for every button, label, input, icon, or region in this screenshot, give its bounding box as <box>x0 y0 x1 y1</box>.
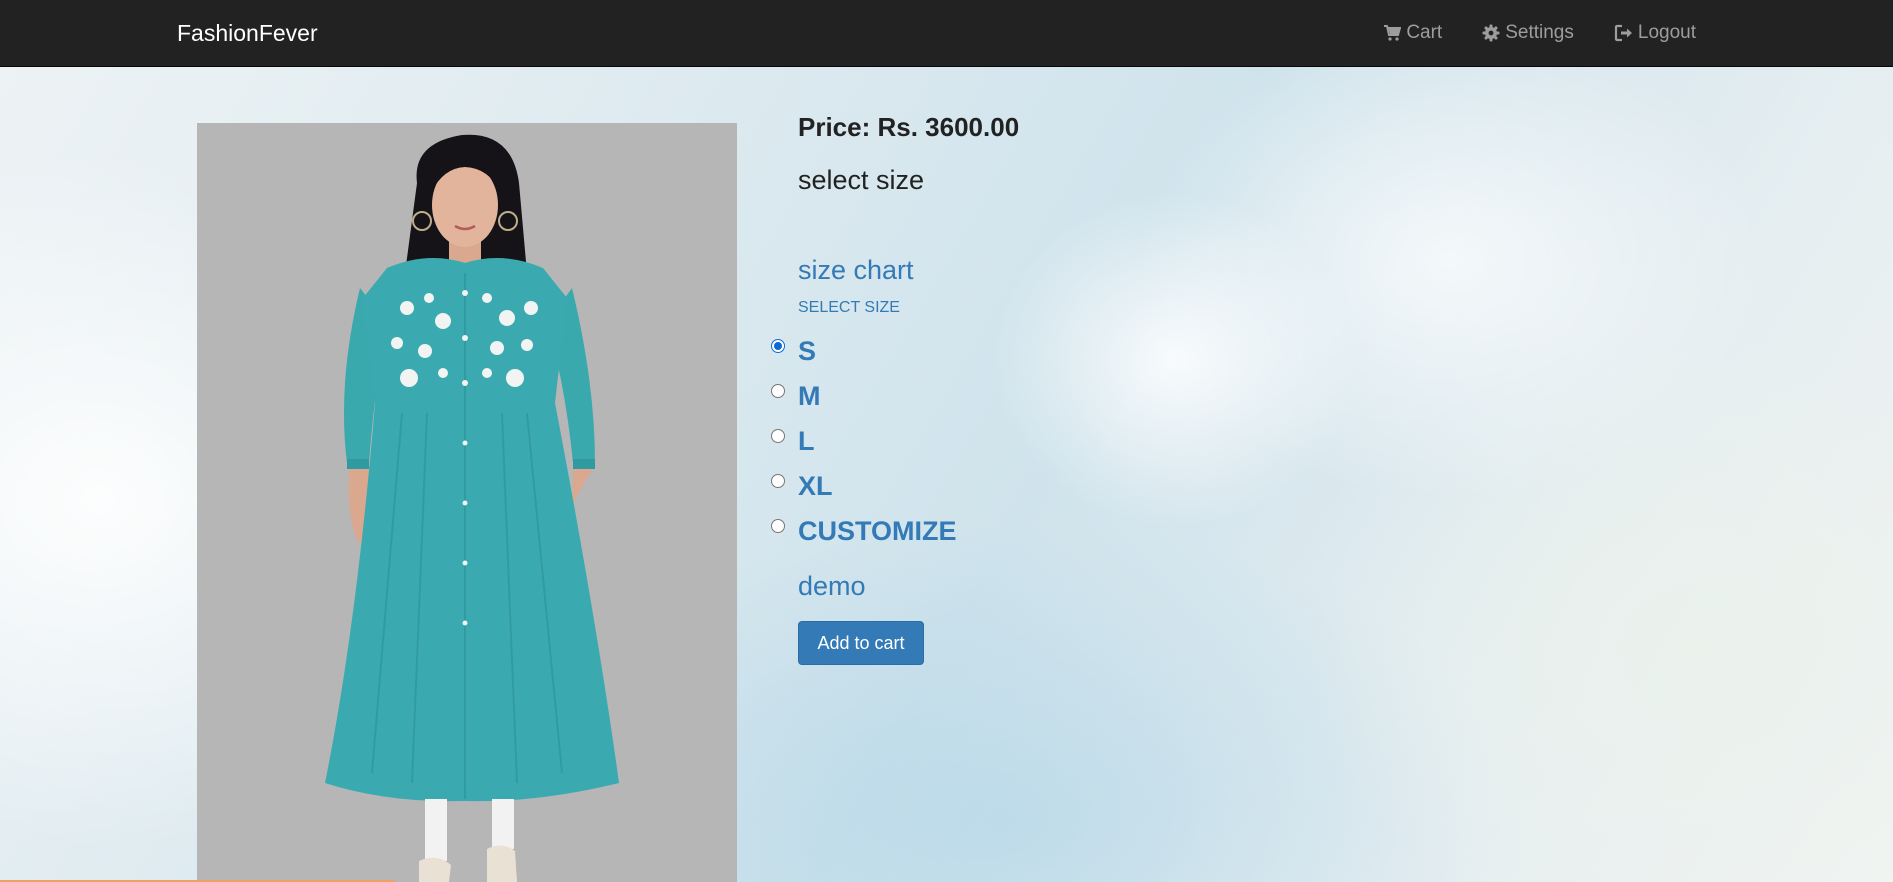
size-option-xl[interactable]: XL <box>768 471 957 516</box>
shopping-cart-icon <box>1383 24 1402 42</box>
size-label-xl[interactable]: XL <box>798 471 833 501</box>
size-option-m[interactable]: M <box>768 381 957 426</box>
product-details-panel: Price: Rs. 3600.00 select size size char… <box>771 110 1398 665</box>
size-radio-group: S M L XL CUSTOMIZE <box>768 336 957 561</box>
size-radio-s[interactable] <box>771 339 785 353</box>
select-size-label: SELECT SIZE <box>798 299 900 316</box>
model-wearing-kurta-image <box>197 123 737 882</box>
size-label-customize[interactable]: CUSTOMIZE <box>798 516 957 546</box>
size-chart-link[interactable]: size chart <box>798 254 914 286</box>
product-price: Price: Rs. 3600.00 <box>798 112 1020 142</box>
brand-logo-link[interactable]: FashionFever <box>177 20 318 47</box>
size-label-m[interactable]: M <box>798 381 821 411</box>
size-label-l[interactable]: L <box>798 426 815 456</box>
add-to-cart-button[interactable]: Add to cart <box>798 621 924 665</box>
nav-settings-label: Settings <box>1505 22 1574 43</box>
gear-icon <box>1482 24 1500 42</box>
select-size-heading: select size <box>798 165 925 195</box>
size-radio-m[interactable] <box>771 384 785 398</box>
size-radio-xl[interactable] <box>771 474 785 488</box>
product-description: demo <box>798 571 866 601</box>
size-radio-customize[interactable] <box>771 519 785 533</box>
size-option-s[interactable]: S <box>768 336 957 381</box>
nav-logout-link[interactable]: Logout <box>1614 21 1696 45</box>
nav-cart-label: Cart <box>1406 22 1443 43</box>
size-option-customize[interactable]: CUSTOMIZE <box>768 516 957 561</box>
nav-settings-link[interactable]: Settings <box>1482 21 1574 45</box>
nav-logout-label: Logout <box>1637 22 1696 43</box>
size-option-l[interactable]: L <box>768 426 957 471</box>
nav-cart-link[interactable]: Cart <box>1383 21 1442 45</box>
navbar-links: Cart Settings Logout <box>1383 21 1696 45</box>
size-label-s[interactable]: S <box>798 336 816 366</box>
top-navbar: FashionFever Cart Settings Logout <box>0 0 1893 67</box>
product-image <box>197 123 737 882</box>
size-radio-l[interactable] <box>771 429 785 443</box>
logout-icon <box>1614 24 1633 42</box>
